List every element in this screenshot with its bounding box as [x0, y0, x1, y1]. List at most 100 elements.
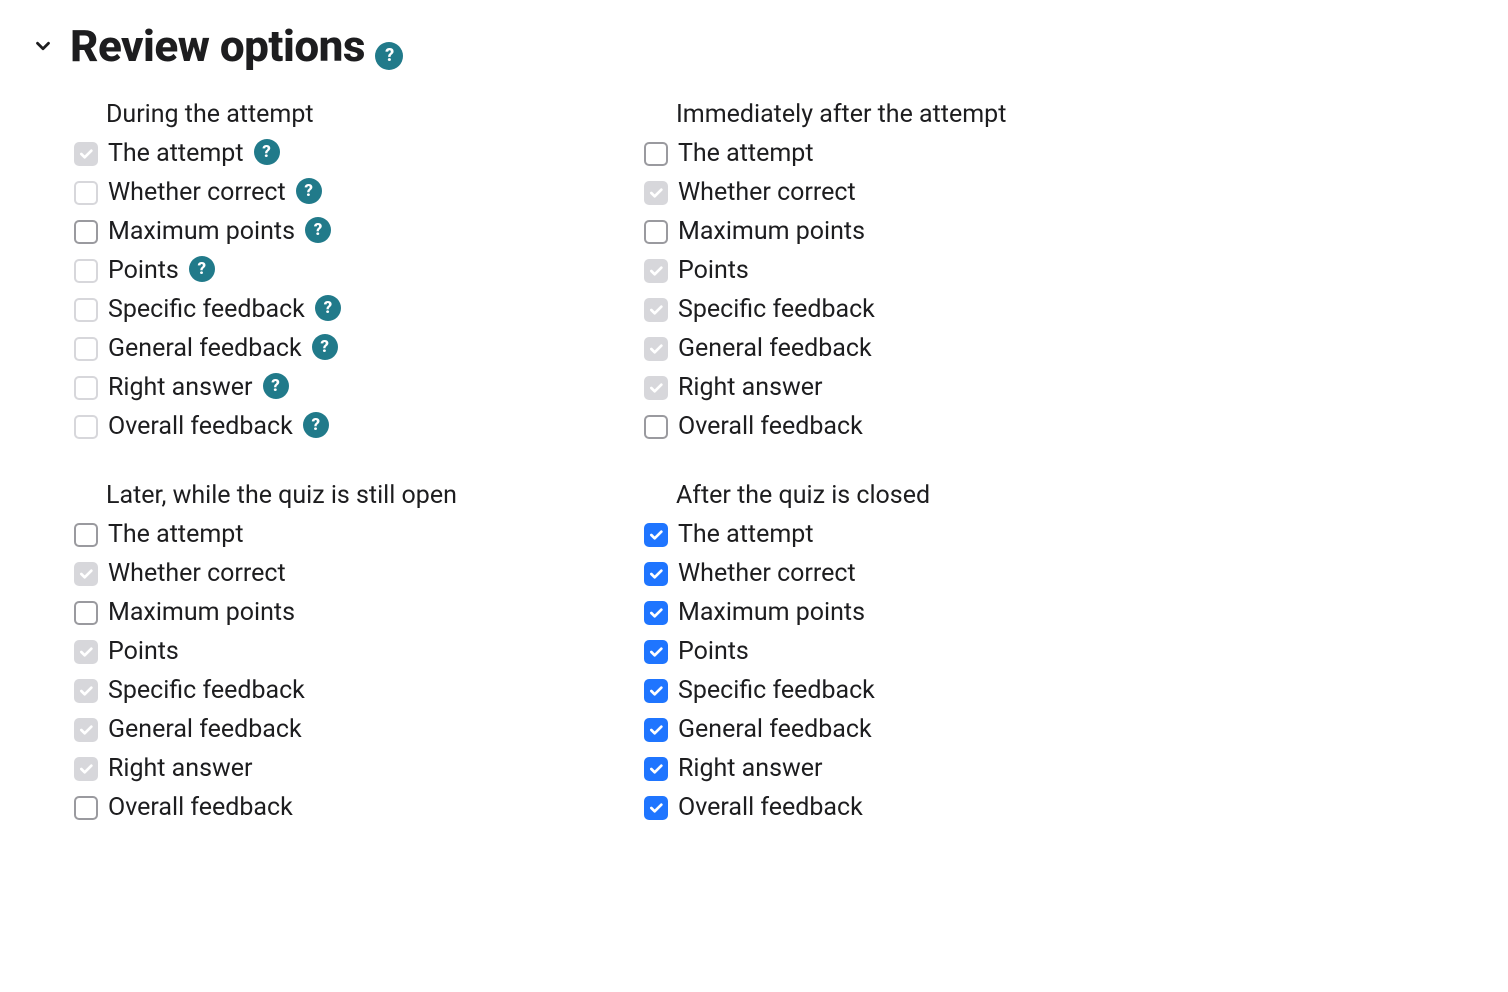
review-option-row: The attempt?	[74, 139, 644, 168]
review-option-row: General feedback	[74, 715, 644, 744]
checkbox[interactable]	[74, 796, 98, 820]
review-group-title: During the attempt	[106, 100, 644, 129]
review-option-row: Right answer	[644, 373, 1214, 402]
option-label[interactable]: Overall feedback	[678, 793, 863, 822]
checkbox[interactable]	[644, 376, 668, 400]
help-icon[interactable]: ?	[312, 334, 338, 360]
checkbox[interactable]	[74, 415, 98, 439]
checkbox[interactable]	[644, 718, 668, 742]
option-label[interactable]: Overall feedback	[678, 412, 863, 441]
checkbox[interactable]	[644, 679, 668, 703]
review-option-row: Overall feedback	[74, 793, 644, 822]
review-option-row: Overall feedback?	[74, 412, 644, 441]
option-label[interactable]: Specific feedback	[108, 676, 305, 705]
option-label[interactable]: Overall feedback	[108, 793, 293, 822]
option-label[interactable]: General feedback	[108, 715, 302, 744]
option-label[interactable]: Points	[678, 256, 749, 285]
review-option-row: Whether correct	[644, 178, 1214, 207]
option-label[interactable]: Whether correct	[678, 178, 856, 207]
option-label[interactable]: Maximum points	[108, 217, 295, 246]
checkbox[interactable]	[644, 601, 668, 625]
option-label[interactable]: General feedback	[678, 715, 872, 744]
checkbox[interactable]	[74, 679, 98, 703]
option-label[interactable]: The attempt	[108, 139, 244, 168]
help-icon[interactable]: ?	[375, 42, 403, 70]
checkbox[interactable]	[644, 757, 668, 781]
checkbox[interactable]	[74, 376, 98, 400]
help-icon[interactable]: ?	[254, 139, 280, 165]
help-icon[interactable]: ?	[189, 256, 215, 282]
checkbox[interactable]	[74, 142, 98, 166]
option-label[interactable]: Whether correct	[678, 559, 856, 588]
option-label[interactable]: Right answer	[678, 754, 823, 783]
checkbox[interactable]	[644, 523, 668, 547]
review-group-title: After the quiz is closed	[676, 481, 1214, 510]
checkbox[interactable]	[74, 337, 98, 361]
checkbox[interactable]	[644, 640, 668, 664]
checkbox[interactable]	[644, 220, 668, 244]
checkbox[interactable]	[74, 523, 98, 547]
review-group-closed: After the quiz is closed The attempt Wheth…	[644, 481, 1214, 822]
review-group-during: During the attempt The attempt? Whether co…	[74, 100, 644, 441]
help-icon[interactable]: ?	[296, 178, 322, 204]
option-label[interactable]: Points	[108, 637, 179, 666]
review-option-row: Whether correct	[644, 559, 1214, 588]
review-group-title: Later, while the quiz is still open	[106, 481, 644, 510]
review-option-row: Right answer	[74, 754, 644, 783]
checkbox[interactable]	[74, 718, 98, 742]
checkbox[interactable]	[644, 796, 668, 820]
checkbox[interactable]	[644, 181, 668, 205]
option-label[interactable]: Specific feedback	[108, 295, 305, 324]
option-label[interactable]: Whether correct	[108, 559, 286, 588]
checkbox[interactable]	[644, 337, 668, 361]
checkbox[interactable]	[74, 259, 98, 283]
review-option-row: Whether correct	[74, 559, 644, 588]
option-label[interactable]: Points	[678, 637, 749, 666]
review-group-immediately: Immediately after the attempt The attempt…	[644, 100, 1214, 441]
checkbox[interactable]	[644, 142, 668, 166]
review-option-row: Maximum points	[644, 217, 1214, 246]
review-options-columns: During the attempt The attempt? Whether co…	[74, 100, 1478, 862]
option-label[interactable]: Specific feedback	[678, 295, 875, 324]
option-label[interactable]: Right answer	[678, 373, 823, 402]
checkbox[interactable]	[74, 181, 98, 205]
help-icon[interactable]: ?	[305, 217, 331, 243]
checkbox[interactable]	[644, 562, 668, 586]
option-label[interactable]: Maximum points	[678, 598, 865, 627]
checkbox[interactable]	[74, 757, 98, 781]
option-label[interactable]: Right answer	[108, 754, 253, 783]
checkbox[interactable]	[74, 220, 98, 244]
option-label[interactable]: Whether correct	[108, 178, 286, 207]
checkbox[interactable]	[74, 601, 98, 625]
review-option-row: The attempt	[644, 520, 1214, 549]
checkbox[interactable]	[644, 259, 668, 283]
chevron-down-icon[interactable]	[30, 33, 56, 59]
section-title-text: Review options	[70, 20, 365, 72]
review-option-row: General feedback	[644, 334, 1214, 363]
option-label[interactable]: Maximum points	[678, 217, 865, 246]
checkbox[interactable]	[644, 415, 668, 439]
option-label[interactable]: General feedback	[108, 334, 302, 363]
option-label[interactable]: General feedback	[678, 334, 872, 363]
option-label[interactable]: Overall feedback	[108, 412, 293, 441]
review-option-row: Maximum points	[644, 598, 1214, 627]
checkbox[interactable]	[74, 640, 98, 664]
option-label[interactable]: Points	[108, 256, 179, 285]
review-group-title: Immediately after the attempt	[676, 100, 1214, 129]
help-icon[interactable]: ?	[315, 295, 341, 321]
option-label[interactable]: The attempt	[678, 139, 814, 168]
option-label[interactable]: Specific feedback	[678, 676, 875, 705]
checkbox[interactable]	[644, 298, 668, 322]
option-label[interactable]: Maximum points	[108, 598, 295, 627]
option-label[interactable]: Right answer	[108, 373, 253, 402]
checkbox[interactable]	[74, 298, 98, 322]
help-icon[interactable]: ?	[263, 373, 289, 399]
review-option-row: Points	[644, 637, 1214, 666]
review-option-row: Right answer	[644, 754, 1214, 783]
review-option-row: Points	[644, 256, 1214, 285]
help-icon[interactable]: ?	[303, 412, 329, 438]
option-label[interactable]: The attempt	[678, 520, 814, 549]
checkbox[interactable]	[74, 562, 98, 586]
review-option-row: Specific feedback	[644, 676, 1214, 705]
option-label[interactable]: The attempt	[108, 520, 244, 549]
